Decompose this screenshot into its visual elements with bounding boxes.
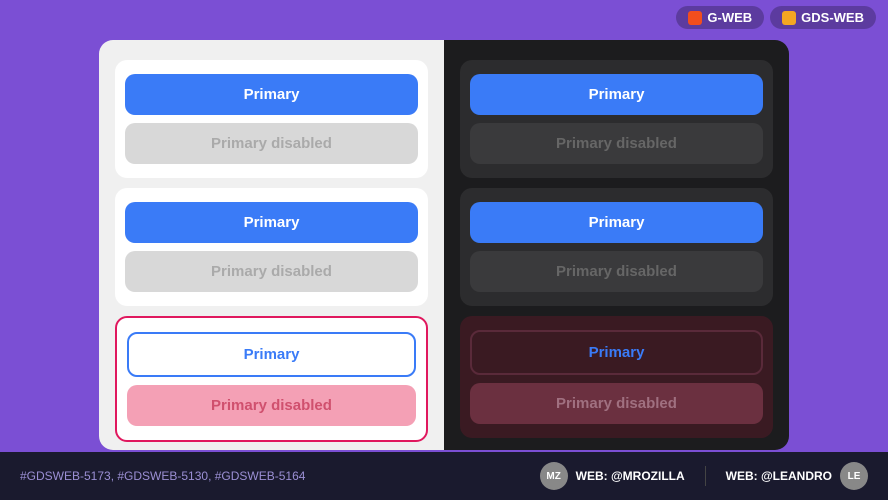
gweb-button[interactable]: G-WEB (676, 6, 764, 29)
light-primary-btn-2[interactable]: Primary (125, 202, 418, 243)
light-section-1: Primary Primary disabled (115, 60, 428, 178)
light-primary-btn-1[interactable]: Primary (125, 74, 418, 115)
dark-section-3: Primary Primary disabled (460, 316, 773, 438)
dark-primary-btn-3[interactable]: Primary (470, 330, 763, 375)
dark-primary-btn-2[interactable]: Primary (470, 202, 763, 243)
main-area: Primary Primary disabled Primary Primary… (99, 40, 789, 450)
gdsweb-label: GDS-WEB (801, 10, 864, 25)
bottom-right: MZ WEB: @MROZILLA WEB: @LEANDRO LE (540, 462, 868, 490)
light-disabled-btn-1: Primary disabled (125, 123, 418, 164)
gds-icon (782, 11, 796, 25)
ticket-ids: #GDSWEB-5173, #GDSWEB-5130, #GDSWEB-5164 (20, 469, 305, 483)
dark-section-2: Primary Primary disabled (460, 188, 773, 306)
top-bar: G-WEB GDS-WEB (664, 0, 888, 35)
dark-primary-btn-1[interactable]: Primary (470, 74, 763, 115)
dark-disabled-btn-2: Primary disabled (470, 251, 763, 292)
dark-disabled-btn-3: Primary disabled (470, 383, 763, 424)
user-divider (705, 466, 706, 486)
light-primary-btn-3[interactable]: Primary (127, 332, 416, 377)
dark-panel: Primary Primary disabled Primary Primary… (444, 40, 789, 450)
user2-label: WEB: @LEANDRO (726, 469, 832, 483)
light-panel: Primary Primary disabled Primary Primary… (99, 40, 444, 450)
user1-label: WEB: @MROZILLA (576, 469, 685, 483)
light-disabled-btn-3: Primary disabled (127, 385, 416, 426)
user1-avatar: MZ (540, 462, 568, 490)
gweb-label: G-WEB (707, 10, 752, 25)
gdsweb-button[interactable]: GDS-WEB (770, 6, 876, 29)
dark-disabled-btn-1: Primary disabled (470, 123, 763, 164)
dark-section-1: Primary Primary disabled (460, 60, 773, 178)
figma-icon (688, 11, 702, 25)
user2: WEB: @LEANDRO LE (726, 462, 868, 490)
light-section-3: Primary Primary disabled (115, 316, 428, 442)
user2-avatar: LE (840, 462, 868, 490)
user1: MZ WEB: @MROZILLA (540, 462, 685, 490)
bottom-bar: #GDSWEB-5173, #GDSWEB-5130, #GDSWEB-5164… (0, 452, 888, 500)
light-section-2: Primary Primary disabled (115, 188, 428, 306)
light-disabled-btn-2: Primary disabled (125, 251, 418, 292)
